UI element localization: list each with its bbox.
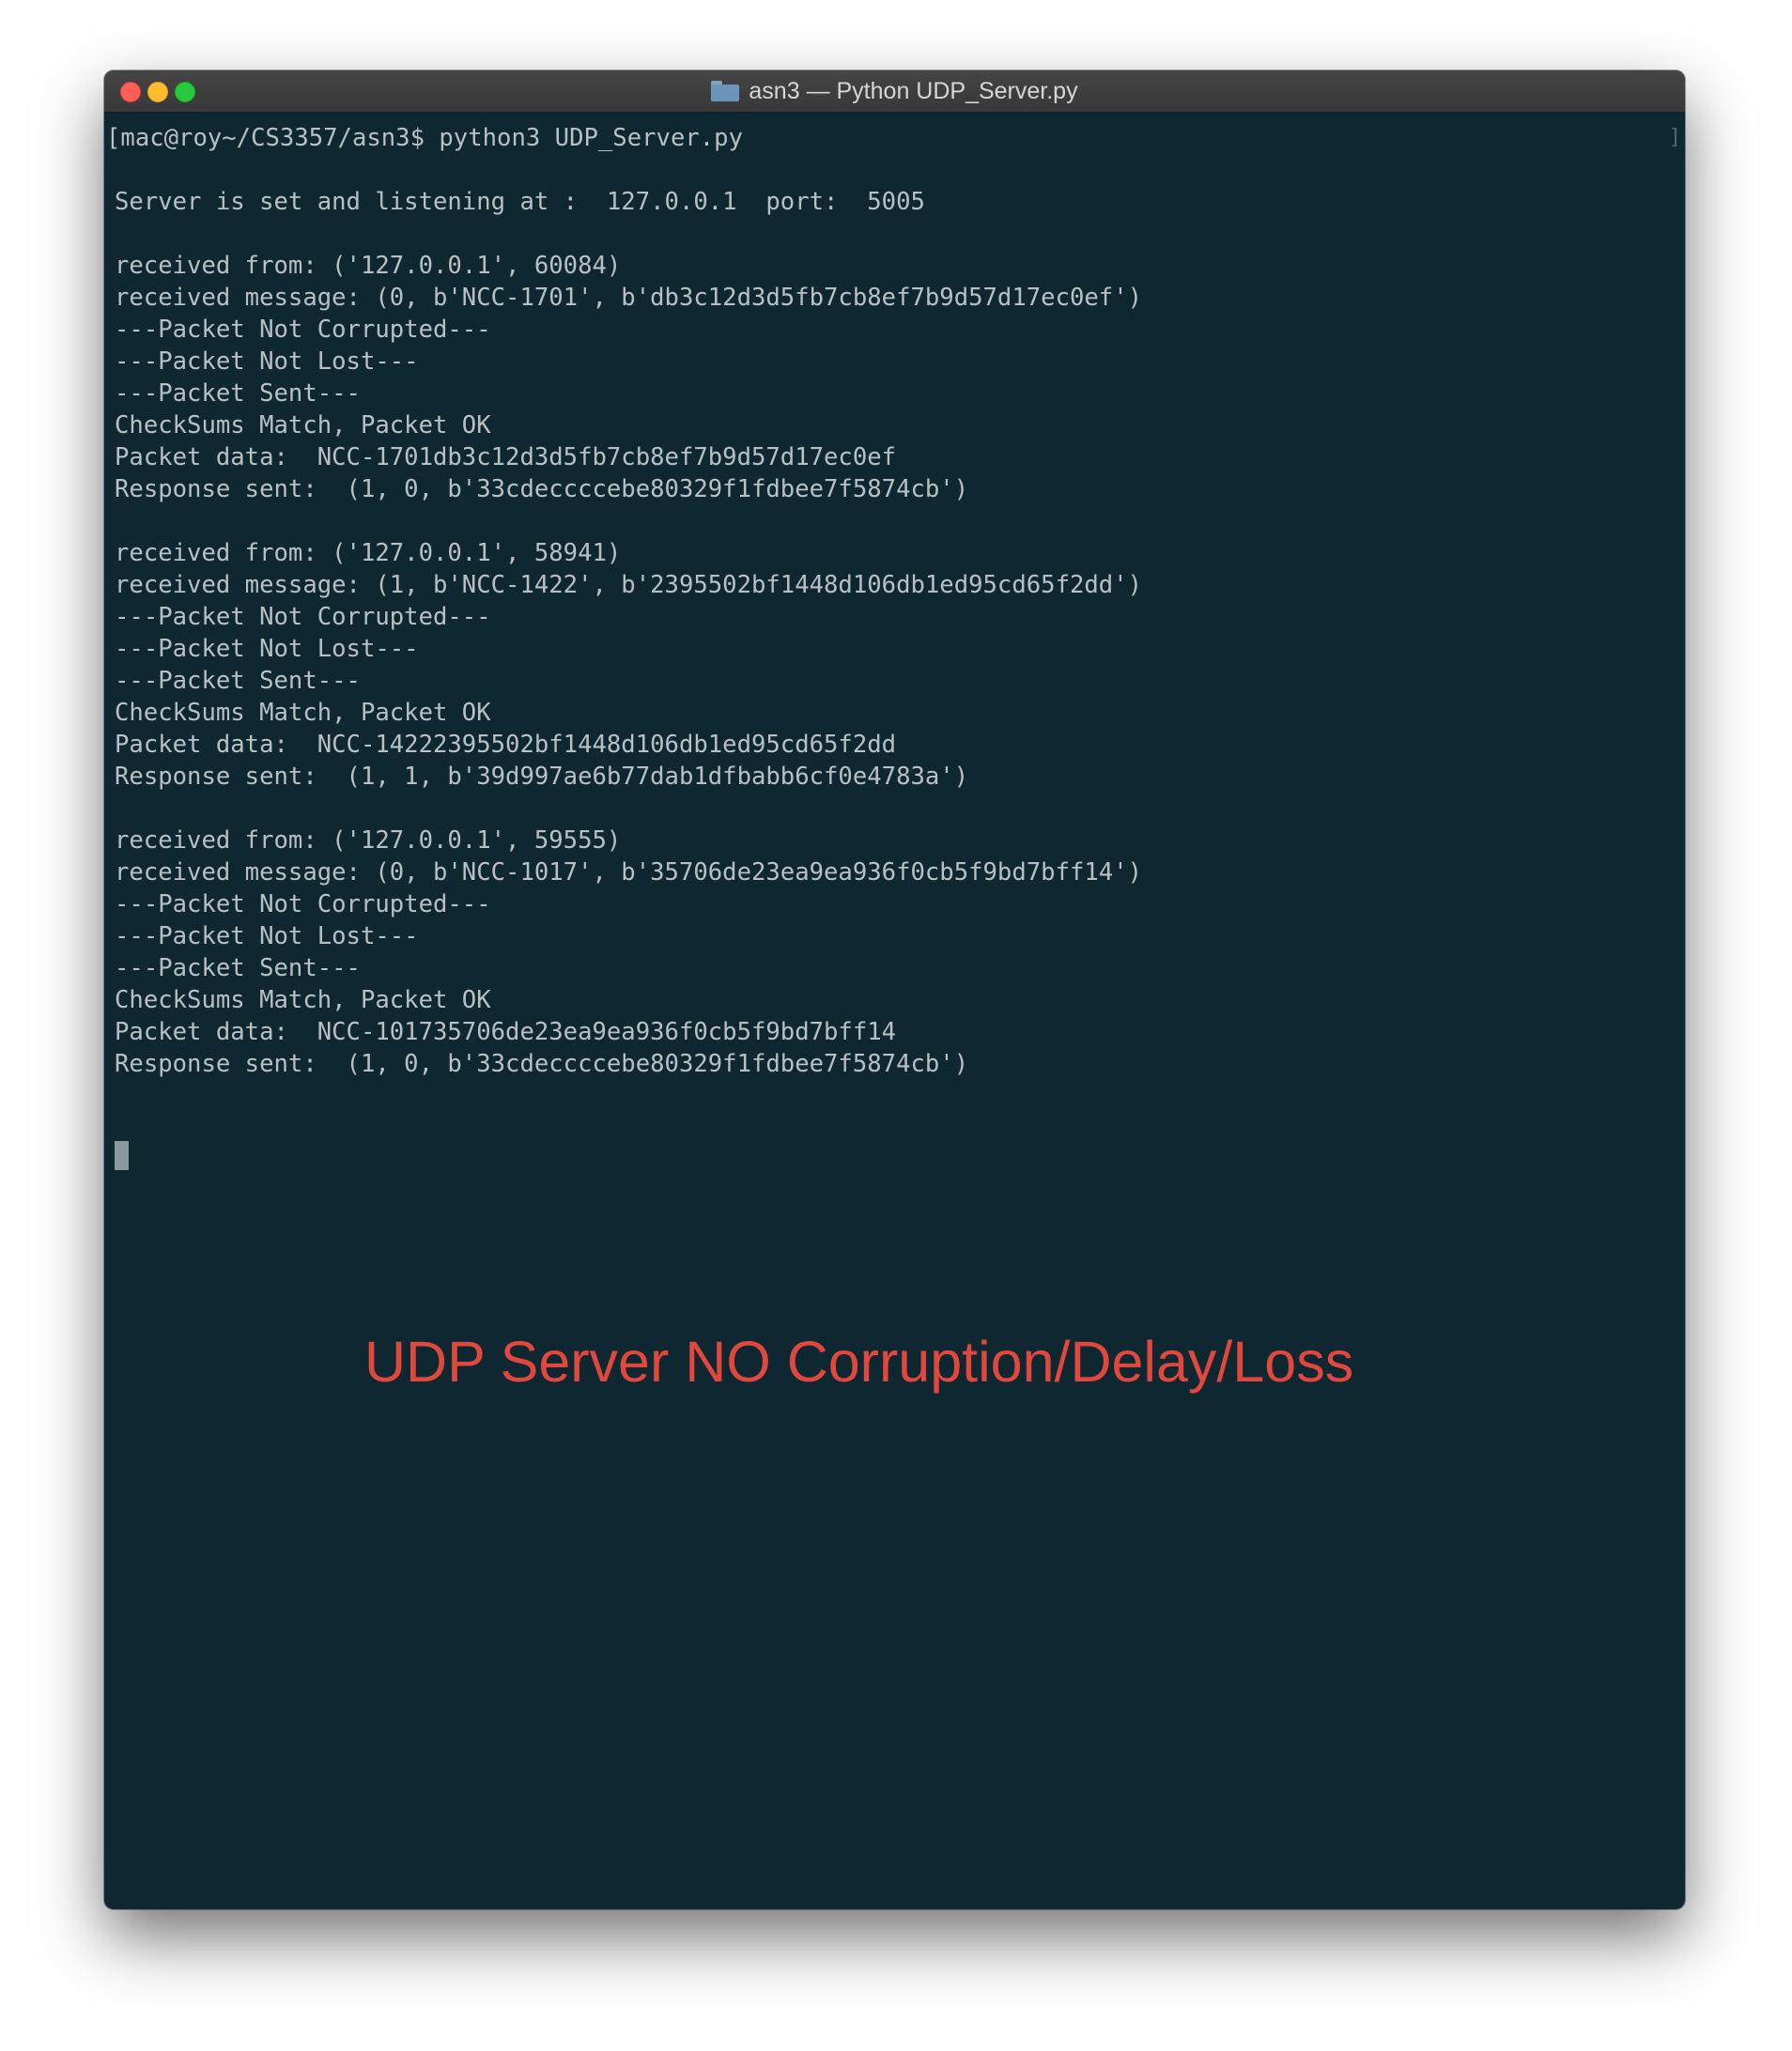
terminal-line: CheckSums Match, Packet OK [115, 699, 491, 727]
terminal-line: CheckSums Match, Packet OK [115, 411, 491, 440]
terminal-line: ---Packet Not Corrupted--- [115, 316, 491, 344]
terminal-line: ---Packet Sent--- [115, 379, 361, 408]
window-title-container: asn3 — Python UDP_Server.py [104, 70, 1685, 112]
terminal-line: received from: ('127.0.0.1', 58941) [115, 539, 622, 567]
terminal-line: received message: (1, b'NCC-1422', b'239… [115, 571, 1143, 599]
terminal-line: ---Packet Not Lost--- [115, 635, 419, 663]
terminal-line: received from: ('127.0.0.1', 59555) [115, 826, 622, 855]
scroll-marker: ] [1668, 126, 1681, 149]
terminal-line: ---Packet Not Lost--- [115, 922, 419, 950]
terminal-line: Packet data: NCC-14222395502bf1448d106db… [115, 731, 897, 759]
title-bar[interactable]: asn3 — Python UDP_Server.py [104, 70, 1685, 113]
terminal-line: ---Packet Not Corrupted--- [115, 603, 491, 631]
terminal-line: Response sent: (1, 0, b'33cdeccccebe8032… [115, 1050, 969, 1078]
terminal-line: ---Packet Not Lost--- [115, 347, 419, 376]
caption-annotation: UDP Server NO Corruption/Delay/Loss [364, 1330, 1354, 1394]
terminal-line: Packet data: NCC-1701db3c12d3d5fb7cb8ef7… [115, 443, 897, 471]
window-title: asn3 — Python UDP_Server.py [749, 77, 1078, 104]
terminal-output[interactable]: [mac@roy~/CS3357/asn3$ python3 UDP_Serve… [104, 112, 1685, 1909]
terminal-line: Response sent: (1, 1, b'39d997ae6b77dab1… [115, 763, 969, 791]
command-prompt-line: [mac@roy~/CS3357/asn3$ python3 UDP_Serve… [106, 124, 743, 152]
terminal-line: received message: (0, b'NCC-1017', b'357… [115, 858, 1143, 887]
terminal-line: received from: ('127.0.0.1', 60084) [115, 252, 622, 280]
terminal-window: asn3 — Python UDP_Server.py [mac@roy~/CS… [104, 70, 1685, 1909]
terminal-line: ---Packet Sent--- [115, 954, 361, 982]
terminal-line: ---Packet Not Corrupted--- [115, 890, 491, 918]
terminal-line: Packet data: NCC-101735706de23ea9ea936f0… [115, 1018, 897, 1046]
terminal-line: CheckSums Match, Packet OK [115, 986, 491, 1014]
terminal-line: Server is set and listening at : 127.0.0… [115, 188, 925, 216]
text-cursor [115, 1141, 129, 1170]
terminal-line: Response sent: (1, 0, b'33cdeccccebe8032… [115, 475, 969, 503]
terminal-line: ---Packet Sent--- [115, 667, 361, 695]
terminal-line: received message: (0, b'NCC-1701', b'db3… [115, 284, 1143, 312]
folder-icon [711, 81, 740, 101]
